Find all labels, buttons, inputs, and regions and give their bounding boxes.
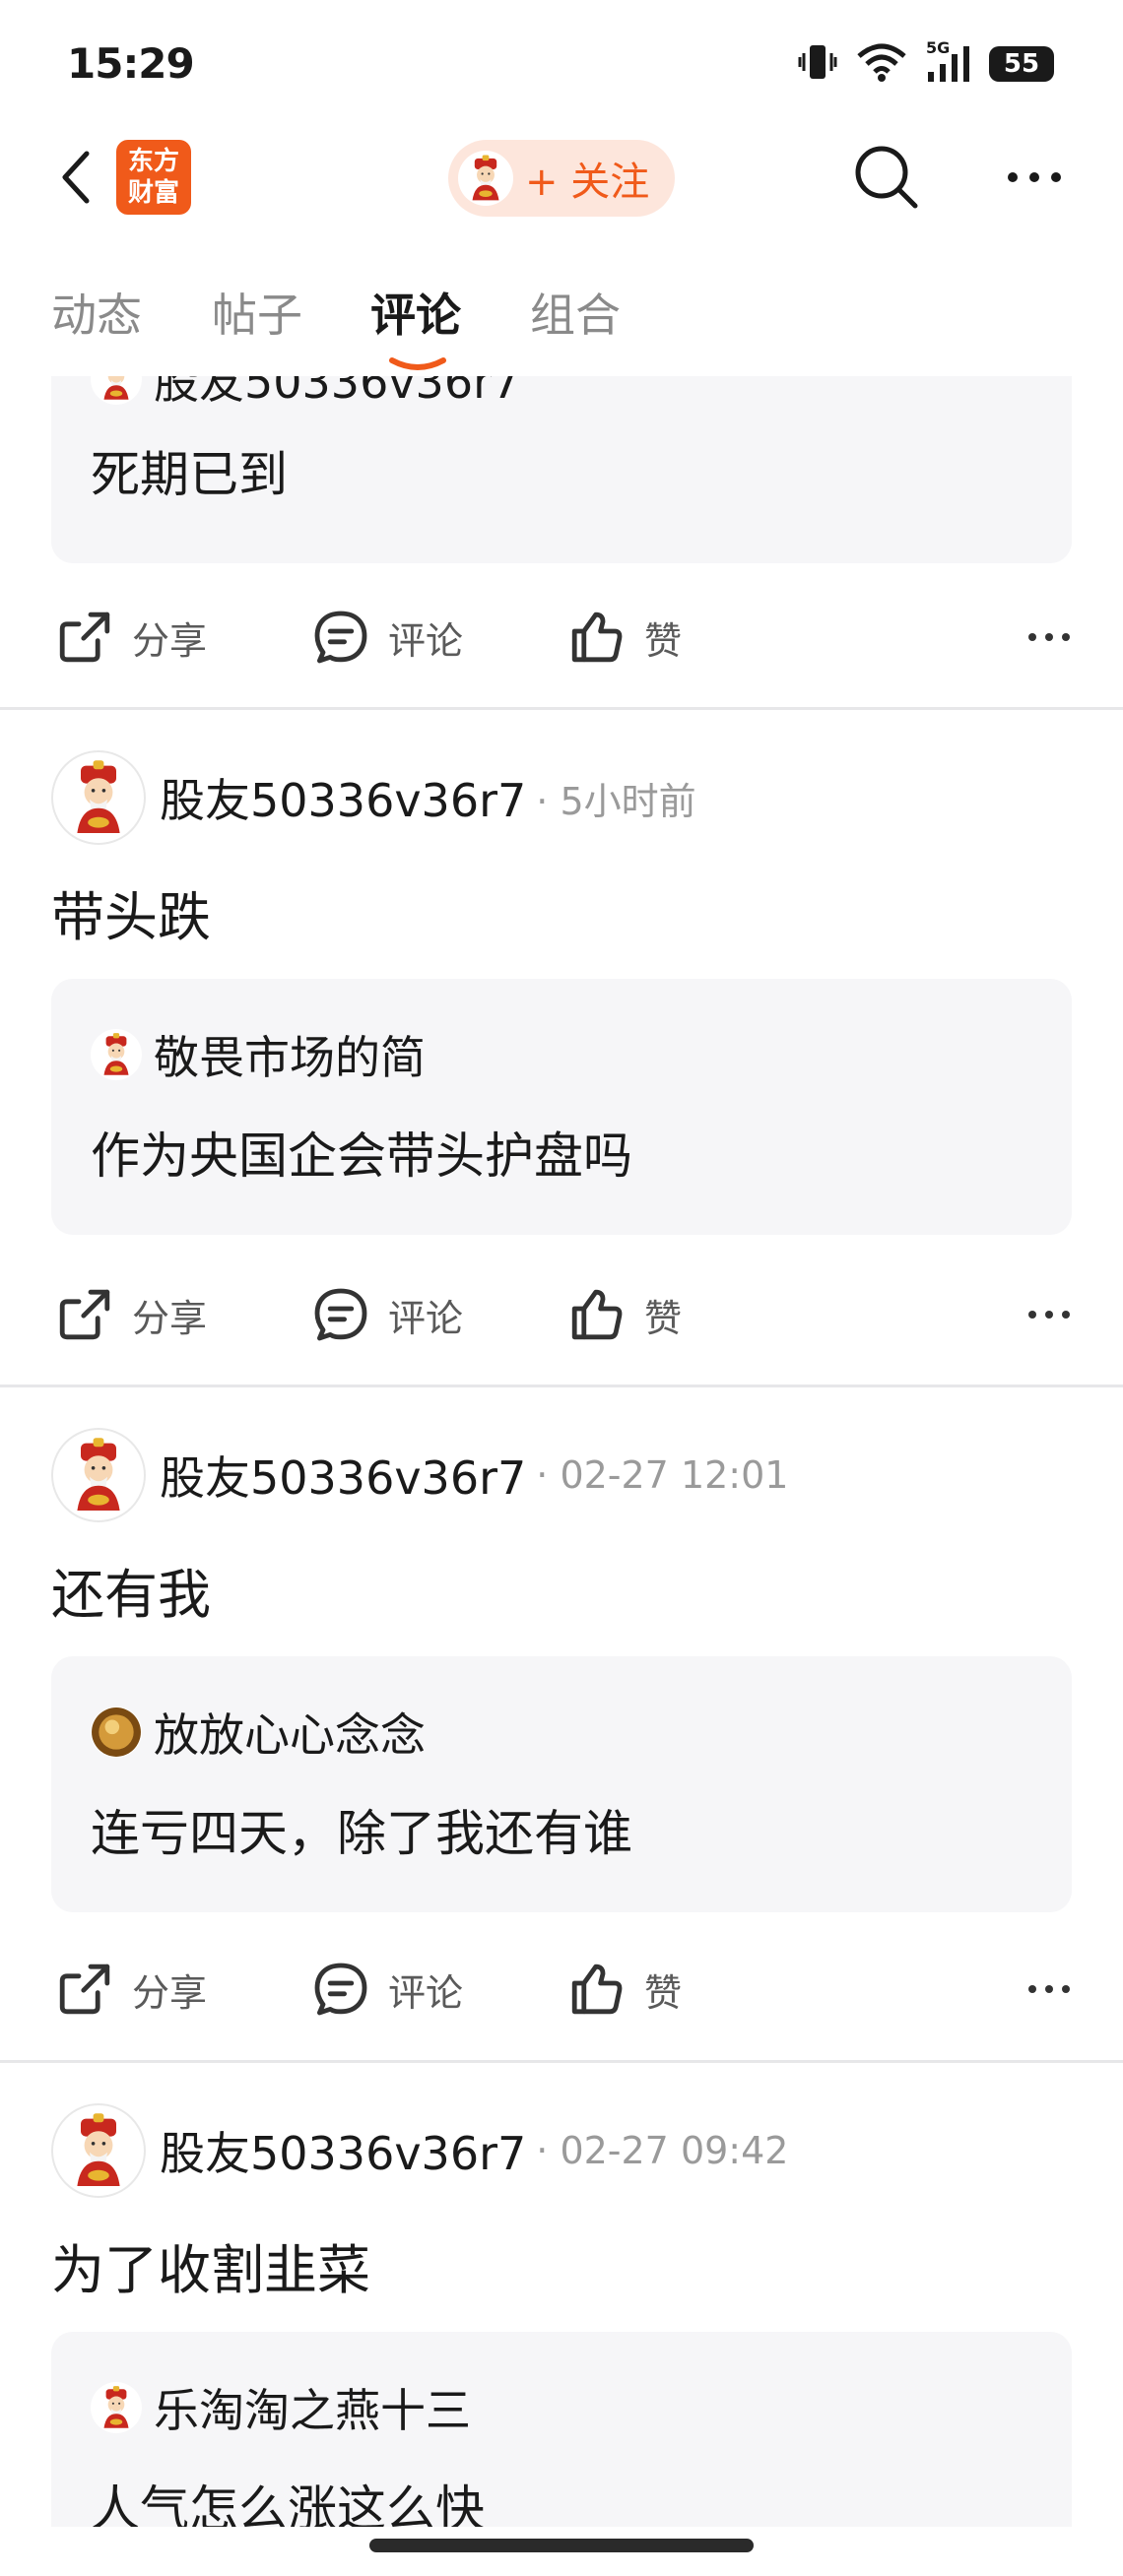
- avatar: [91, 2382, 142, 2433]
- comment-icon: [311, 1960, 370, 2019]
- avatar[interactable]: [51, 750, 146, 845]
- post-time: · 5小时前: [536, 779, 696, 823]
- quoted-author: 股友50336v36r7: [91, 376, 520, 412]
- tab-dynamic[interactable]: 动态: [51, 280, 142, 345]
- like-button[interactable]: 赞: [567, 588, 682, 686]
- chevron-left-icon: [62, 151, 90, 204]
- quoted-text: 死期已到: [91, 446, 288, 503]
- tab-portfolio[interactable]: 组合: [530, 280, 621, 345]
- thumbs-up-icon: [567, 1285, 627, 1344]
- action-row: 分享 评论 赞: [0, 1940, 1123, 2038]
- avatar: [91, 376, 142, 405]
- nav-bar: 东方 财富 + 关注: [0, 128, 1123, 226]
- follow-label: + 关注: [525, 160, 650, 205]
- quoted-author: 放放心心念念: [91, 1700, 426, 1765]
- tab-bar: 动态 帖子 评论 组合: [0, 266, 1123, 374]
- thumbs-up-icon: [567, 608, 627, 667]
- post-author-name[interactable]: 股友50336v36r7: [160, 765, 526, 830]
- app-logo[interactable]: 东方 财富: [116, 140, 191, 215]
- quoted-author-name: 敬畏市场的简: [154, 1031, 426, 1084]
- follow-button[interactable]: + 关注: [448, 140, 675, 217]
- active-tab-indicator: [389, 357, 446, 370]
- status-bar: 15:29 5G 55: [0, 0, 1123, 128]
- quoted-author-name: 放放心心念念: [154, 1708, 426, 1762]
- divider: [0, 1385, 1123, 1387]
- comment-button[interactable]: 评论: [311, 588, 463, 686]
- quoted-post[interactable]: 乐淘淘之燕十三 人气怎么涨这么快: [51, 2332, 1072, 2527]
- quoted-post[interactable]: 敬畏市场的简 作为央国企会带头护盘吗: [51, 979, 1072, 1235]
- divider: [0, 707, 1123, 710]
- quoted-author: 敬畏市场的简: [91, 1022, 426, 1087]
- like-button[interactable]: 赞: [567, 1265, 682, 1364]
- divider: [0, 2060, 1123, 2063]
- home-indicator[interactable]: [369, 2539, 754, 2552]
- quoted-post[interactable]: 放放心心念念 连亏四天，除了我还有谁: [51, 1656, 1072, 1912]
- post-author-name[interactable]: 股友50336v36r7: [160, 1443, 526, 1508]
- share-button[interactable]: 分享: [55, 588, 207, 686]
- post-header: 股友50336v36r7 · 02-27 09:42: [51, 2103, 788, 2198]
- comment-feed: 股友50336v36r7 死期已到 分享 评论 赞 股友50336v36r7 ·…: [0, 376, 1123, 2527]
- post-more-button[interactable]: [1024, 1940, 1074, 2038]
- comment-button[interactable]: 评论: [311, 1265, 463, 1364]
- avatar: [458, 151, 513, 206]
- share-button[interactable]: 分享: [55, 1940, 207, 2038]
- avatar: [91, 1707, 142, 1758]
- comment-icon: [311, 608, 370, 667]
- battery-icon: 55: [989, 46, 1054, 82]
- post-header: 股友50336v36r7 · 02-27 12:01: [51, 1428, 788, 1522]
- post-more-button[interactable]: [1024, 588, 1074, 686]
- search-button[interactable]: [847, 138, 926, 217]
- avatar: [91, 1029, 142, 1080]
- back-button[interactable]: [47, 140, 106, 215]
- share-icon: [55, 608, 114, 667]
- quoted-author-name: 股友50336v36r7: [154, 376, 521, 409]
- more-dots-icon: [1028, 1985, 1070, 1993]
- thumbs-up-icon: [567, 1960, 627, 2019]
- share-icon: [55, 1960, 114, 2019]
- post-text[interactable]: 带头跌: [51, 873, 211, 951]
- like-button[interactable]: 赞: [567, 1940, 682, 2038]
- quoted-post[interactable]: 股友50336v36r7 死期已到: [51, 376, 1072, 563]
- avatar[interactable]: [51, 2103, 146, 2198]
- quoted-text: 作为央国企会带头护盘吗: [91, 1127, 632, 1185]
- share-button[interactable]: 分享: [55, 1265, 207, 1364]
- comment-icon: [311, 1285, 370, 1344]
- more-dots-icon: [1028, 1311, 1070, 1319]
- post-text[interactable]: 还有我: [51, 1551, 211, 1629]
- quoted-text: 人气怎么涨这么快: [91, 2480, 485, 2527]
- more-dots-icon: [1008, 172, 1061, 182]
- post-header: 股友50336v36r7 · 5小时前: [51, 750, 696, 845]
- status-icons: 5G 55: [798, 38, 1054, 87]
- comment-button[interactable]: 评论: [311, 1940, 463, 2038]
- more-dots-icon: [1028, 633, 1070, 641]
- wifi-icon: [855, 42, 908, 86]
- share-icon: [55, 1285, 114, 1344]
- tab-comments[interactable]: 评论: [370, 280, 461, 345]
- status-time: 15:29: [67, 39, 195, 88]
- quoted-author-name: 乐淘淘之燕十三: [154, 2384, 471, 2437]
- search-icon: [855, 146, 918, 209]
- post-text[interactable]: 为了收割韭菜: [51, 2226, 370, 2304]
- action-row: 分享 评论 赞: [0, 1265, 1123, 1364]
- avatar[interactable]: [51, 1428, 146, 1522]
- vibrate-icon: [798, 41, 837, 87]
- post-time: · 02-27 09:42: [536, 2129, 789, 2172]
- post-time: · 02-27 12:01: [536, 1453, 789, 1497]
- quoted-text: 连亏四天，除了我还有谁: [91, 1805, 632, 1862]
- post-more-button[interactable]: [1024, 1265, 1074, 1364]
- action-row: 分享 评论 赞: [0, 588, 1123, 686]
- more-button[interactable]: [995, 138, 1074, 217]
- tab-posts[interactable]: 帖子: [212, 280, 302, 345]
- quoted-author: 乐淘淘之燕十三: [91, 2375, 471, 2440]
- signal-icon: 5G: [926, 38, 971, 84]
- post-author-name[interactable]: 股友50336v36r7: [160, 2118, 526, 2183]
